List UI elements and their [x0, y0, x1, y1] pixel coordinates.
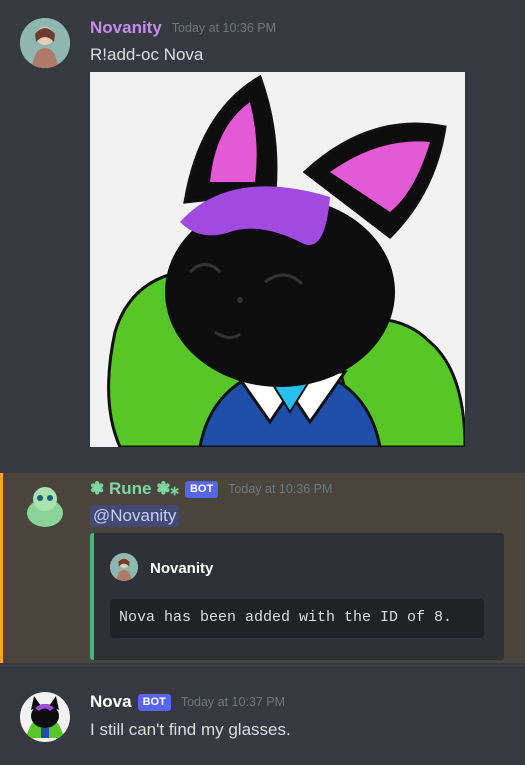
- divider: [0, 665, 525, 666]
- embed: Novanity Nova has been added with the ID…: [90, 533, 504, 660]
- user-avatar-icon: [20, 18, 70, 68]
- username[interactable]: Novanity: [90, 18, 162, 38]
- timestamp: Today at 10:37 PM: [180, 695, 286, 709]
- bot-avatar-icon: [20, 692, 70, 742]
- avatar[interactable]: [20, 692, 70, 742]
- message-text: R!add-oc Nova: [90, 45, 204, 64]
- message-header: ❃ Rune ❃⁎ BOT Today at 10:36 PM: [90, 479, 332, 499]
- user-mention[interactable]: @Novanity: [90, 505, 180, 527]
- code-block: Nova has been added with the ID of 8.: [110, 599, 484, 638]
- message-novanity: Novanity Today at 10:36 PM R!add-oc Nova: [0, 0, 525, 470]
- timestamp: Today at 10:36 PM: [171, 21, 277, 35]
- message-rune-bot: ❃ Rune ❃⁎ BOT Today at 10:36 PM @Novanit…: [0, 473, 525, 663]
- embed-author-name[interactable]: Novanity: [150, 560, 213, 577]
- message-header: Novanity Today at 10:36 PM: [90, 18, 276, 38]
- bot-avatar-icon: [20, 479, 70, 529]
- username[interactable]: ❃ Rune ❃⁎: [90, 479, 179, 499]
- message-text: I still can't find my glasses.: [90, 720, 291, 739]
- avatar[interactable]: [20, 479, 70, 529]
- embed-author-avatar: [110, 553, 138, 581]
- message-nova-bot: Nova BOT Today at 10:37 PM I still can't…: [0, 680, 525, 765]
- message-header: Nova BOT Today at 10:37 PM: [90, 692, 285, 712]
- character-art-image: [90, 72, 465, 447]
- bot-badge: BOT: [137, 693, 171, 711]
- username[interactable]: Nova: [90, 692, 132, 712]
- bot-badge: BOT: [184, 480, 219, 498]
- timestamp: Today at 10:36 PM: [228, 482, 333, 496]
- attachment-image[interactable]: [90, 72, 465, 447]
- avatar[interactable]: [20, 18, 70, 68]
- user-avatar-icon: [110, 553, 138, 581]
